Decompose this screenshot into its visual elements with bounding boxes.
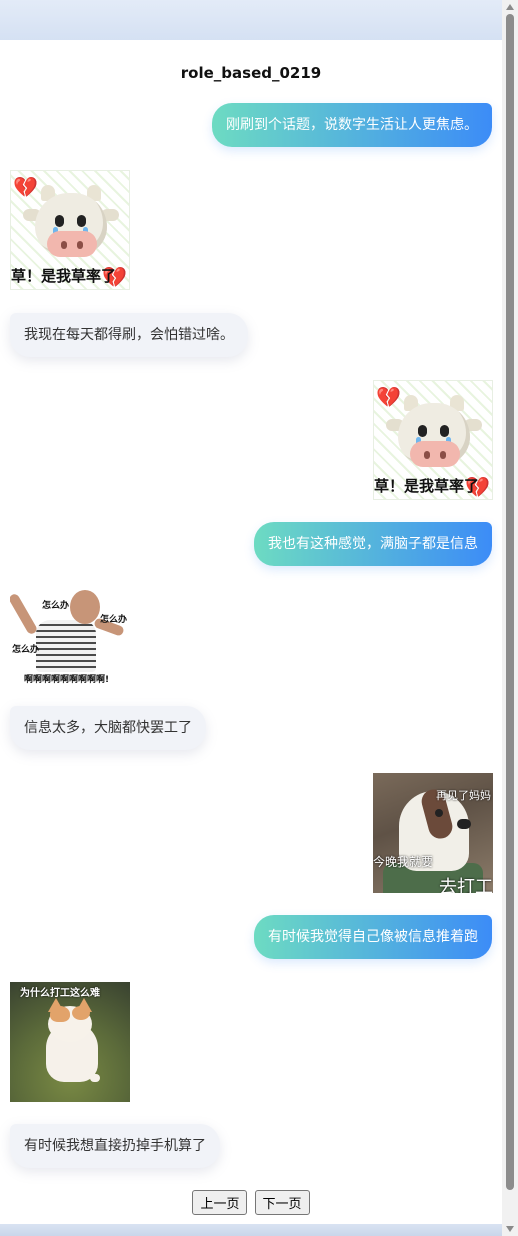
vertical-scrollbar[interactable]	[502, 0, 518, 1236]
page-title: role_based_0219	[180, 64, 322, 82]
dog-leaving-sticker: 再见了妈妈 今晚我就要 去打工	[373, 773, 493, 893]
sticker-caption: 怎么办	[12, 645, 40, 655]
user-message-bubble: 有时候我觉得自己像被信息推着跑	[254, 915, 492, 959]
sticker-caption: 草！是我草率了	[11, 267, 117, 285]
next-page-button[interactable]: 下一页	[254, 1190, 310, 1215]
bot-message-bubble: 我现在每天都得刷，会怕错过啥。	[10, 313, 248, 357]
sad-cat-sticker: 为什么打工这么难	[10, 982, 130, 1102]
sticker-caption: 怎么办	[42, 601, 70, 611]
bottom-bar	[0, 1224, 502, 1236]
scroll-up-arrow-icon[interactable]	[506, 4, 514, 10]
sticker-caption: 今晚我就要	[373, 855, 434, 869]
scroll-down-arrow-icon[interactable]	[506, 1226, 514, 1232]
sticker-caption: 再见了妈妈	[436, 789, 491, 802]
user-message-bubble: 刚刷到个话题，说数字生活让人更焦虑。	[212, 103, 492, 147]
prev-page-button[interactable]: 上一页	[192, 1190, 248, 1215]
panicking-man-sticker: 怎么办 怎么办 怎么办 啊啊啊啊啊啊啊啊啊!	[10, 586, 130, 690]
chat-page: role_based_0219 刚刷到个话题，说数字生活让人更焦虑。 💔 💔 草…	[0, 40, 502, 1224]
user-message-bubble: 我也有这种感觉，满脑子都是信息	[254, 522, 492, 566]
pagination: 上一页 下一页	[0, 1190, 502, 1215]
sticker-caption: 为什么打工这么难	[20, 988, 100, 999]
broken-heart-icon: 💔	[376, 385, 401, 409]
bot-message-bubble: 信息太多，大脑都快罢工了	[10, 706, 206, 750]
crying-cow-sticker: 💔 💔 草！是我草率了	[373, 380, 493, 500]
sticker-caption: 怎么办	[100, 615, 128, 625]
broken-heart-icon: 💔	[13, 175, 38, 199]
sticker-caption: 草！是我草率了	[374, 477, 480, 495]
sticker-caption: 去打工	[439, 877, 493, 893]
bot-message-bubble: 有时候我想直接扔掉手机算了	[10, 1124, 220, 1168]
crying-cow-sticker: 💔 💔 草！是我草率了	[10, 170, 130, 290]
sticker-caption: 啊啊啊啊啊啊啊啊啊!	[24, 675, 110, 685]
scrollbar-thumb[interactable]	[506, 14, 514, 1190]
top-bar	[0, 0, 502, 40]
